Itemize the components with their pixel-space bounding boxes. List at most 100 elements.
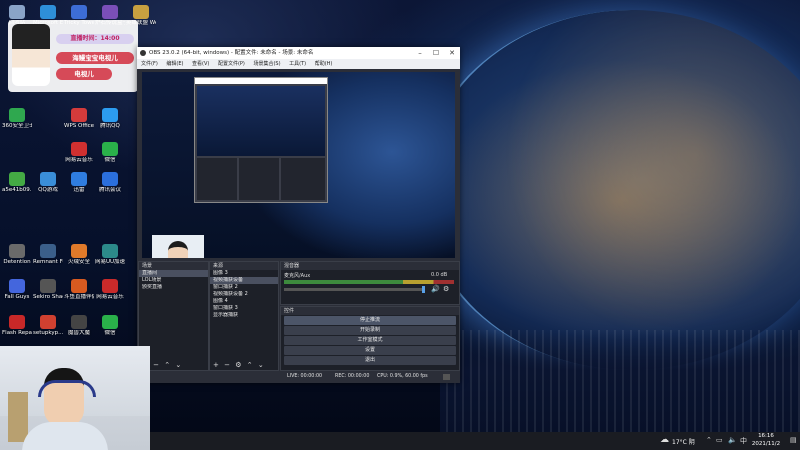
clock-date[interactable]: 2021/11/2 bbox=[746, 441, 786, 447]
desktop-icon[interactable]: setupkyp... bbox=[33, 315, 63, 336]
menu-help[interactable]: 帮助(H) bbox=[315, 59, 333, 69]
source-item[interactable]: 窗口捕获 3 bbox=[210, 305, 278, 312]
obs-preview[interactable] bbox=[142, 72, 455, 258]
desktop-icon[interactable]: 腾讯会议 bbox=[95, 172, 125, 193]
source-item[interactable]: 视频捕获设备 2 bbox=[210, 291, 278, 298]
desktop-icon[interactable]: 网易云音乐 bbox=[64, 142, 94, 163]
add-source-icon[interactable]: + bbox=[213, 361, 219, 369]
app-icon bbox=[40, 172, 56, 186]
maximize-icon[interactable]: ☐ bbox=[428, 47, 444, 59]
menu-scene-collection[interactable]: 场景集合(S) bbox=[253, 59, 280, 69]
app-icon bbox=[102, 244, 118, 258]
desktop-icon[interactable]: 魔兽大魔 bbox=[64, 315, 94, 336]
weather-text[interactable]: 17°C 阴 bbox=[672, 437, 695, 446]
desktop-icon-label: 网易UU加速器 bbox=[95, 259, 125, 265]
move-up-icon[interactable]: ⌃ bbox=[247, 361, 253, 369]
move-up-icon[interactable]: ⌃ bbox=[164, 361, 170, 369]
volume-slider[interactable] bbox=[284, 288, 424, 291]
nested-preview bbox=[197, 86, 325, 156]
desktop-icon[interactable]: WPS Office bbox=[64, 108, 94, 129]
speaker-icon[interactable]: 🔊 bbox=[431, 285, 440, 293]
exit-button[interactable]: 退出 bbox=[284, 356, 456, 365]
desktop-icon[interactable]: Sekiro Shadow... bbox=[33, 279, 63, 300]
move-down-icon[interactable]: ⌄ bbox=[258, 361, 264, 369]
network-icon[interactable]: ▭ bbox=[716, 436, 723, 444]
source-item[interactable]: 图像 3 bbox=[210, 270, 278, 277]
desktop-icon[interactable]: QQ游戏 bbox=[33, 172, 63, 193]
headset-icon bbox=[38, 380, 96, 397]
scene-item[interactable]: 直播间 bbox=[139, 270, 208, 277]
desktop-icon[interactable]: 腾讯QQ bbox=[95, 108, 125, 129]
source-item[interactable]: 图像 4 bbox=[210, 298, 278, 305]
app-icon bbox=[102, 5, 118, 19]
desktop-icon[interactable]: a5e41b09... bbox=[2, 172, 32, 193]
wallpaper-city bbox=[440, 330, 800, 432]
clock-time[interactable]: 16:16 bbox=[748, 433, 784, 439]
gear-icon[interactable]: ⚙ bbox=[443, 285, 449, 293]
desktop-icon[interactable]: Flash Repair bbox=[2, 315, 32, 336]
close-icon[interactable]: ✕ bbox=[444, 47, 460, 59]
sources-dock: 来源 图像 3 视频捕获设备 窗口捕获 2 视频捕获设备 2 图像 4 窗口捕获… bbox=[209, 261, 279, 371]
desktop-icon[interactable]: 网易云音乐 bbox=[95, 279, 125, 300]
move-down-icon[interactable]: ⌄ bbox=[175, 361, 181, 369]
desktop-icon[interactable]: 斗鱼直播伴侣 bbox=[64, 279, 94, 300]
desktop-icon[interactable]: 微信 bbox=[95, 315, 125, 336]
mixer-dock: 混音器 麦克风/Aux 0.0 dB 🔊 ⚙ bbox=[280, 261, 460, 305]
notification-icon[interactable]: ▤ bbox=[790, 436, 797, 444]
gear-icon[interactable]: ⚙ bbox=[235, 361, 241, 369]
start-recording-button[interactable]: 开始录制 bbox=[284, 326, 456, 335]
minimize-icon[interactable]: – bbox=[412, 47, 428, 59]
stop-streaming-button[interactable]: 停止推流 bbox=[284, 316, 456, 325]
desktop-icon-label: 火绒安全 bbox=[67, 259, 90, 265]
settings-button[interactable]: 设置 bbox=[284, 346, 456, 355]
widget-channel-button[interactable]: 海鳗宝宝电视儿 bbox=[56, 52, 134, 64]
desktop-icon-label: Flash Repair bbox=[2, 330, 32, 336]
remove-source-icon[interactable]: − bbox=[224, 361, 230, 369]
tray-chevron-icon[interactable]: ⌃ bbox=[706, 436, 712, 444]
app-icon bbox=[102, 315, 118, 329]
menu-profile[interactable]: 配置文件(P) bbox=[218, 59, 245, 69]
desktop-icon[interactable]: Detention bbox=[2, 244, 32, 265]
menu-view[interactable]: 查看(V) bbox=[192, 59, 209, 69]
stream-time-label: 直播时间：14:00 bbox=[56, 34, 134, 44]
source-item[interactable]: 窗口捕获 2 bbox=[210, 284, 278, 291]
app-icon bbox=[71, 279, 87, 293]
app-icon bbox=[102, 172, 118, 186]
widget-tv-button[interactable]: 电视儿 bbox=[56, 68, 112, 80]
status-indicator bbox=[443, 374, 450, 380]
sources-toolbar: + − ⚙ ⌃ ⌄ bbox=[210, 360, 278, 370]
webcam-shelf bbox=[8, 392, 28, 442]
scene-item[interactable]: LOL场景 bbox=[139, 277, 208, 284]
desktop-icon[interactable]: Fall Guys bbox=[2, 279, 32, 300]
volume-slider-handle[interactable] bbox=[422, 286, 425, 293]
weather-icon: ☁ bbox=[660, 435, 669, 445]
desktop-icon-label: Fall Guys bbox=[4, 294, 30, 300]
controls-dock: 控件 停止推流 开始录制 工作室模式 设置 退出 bbox=[280, 306, 460, 371]
source-item[interactable]: 视频捕获设备 bbox=[210, 277, 278, 284]
app-icon bbox=[133, 5, 149, 19]
webcam-person-body bbox=[22, 422, 108, 450]
wallpaper-planet bbox=[420, 10, 800, 370]
preview-webcam-source bbox=[152, 235, 204, 258]
nested-dock bbox=[197, 158, 237, 200]
studio-mode-button[interactable]: 工作室模式 bbox=[284, 336, 456, 345]
source-item[interactable]: 显示器捕获 bbox=[210, 312, 278, 319]
menu-edit[interactable]: 编辑(E) bbox=[166, 59, 183, 69]
remove-scene-icon[interactable]: − bbox=[153, 361, 159, 369]
menu-file[interactable]: 文件(F) bbox=[141, 59, 158, 69]
menu-tools[interactable]: 工具(T) bbox=[289, 59, 306, 69]
desktop-icon-label: 魔兽大魔 bbox=[67, 330, 90, 336]
scene-item[interactable]: 颁奖直播 bbox=[139, 284, 208, 291]
desktop-icon[interactable]: 火绒安全 bbox=[64, 244, 94, 265]
app-icon bbox=[9, 5, 25, 19]
desktop-icon-label: a5e41b09... bbox=[2, 187, 32, 193]
obs-menubar: 文件(F) 编辑(E) 查看(V) 配置文件(P) 场景集合(S) 工具(T) … bbox=[137, 59, 460, 69]
volume-icon[interactable]: 🔈 bbox=[728, 436, 737, 444]
desktop-icon[interactable]: 网易UU加速器 bbox=[95, 244, 125, 265]
desktop-icon[interactable]: Remnant Fortune ... bbox=[33, 244, 63, 265]
desktop-icon[interactable]: 微信 bbox=[95, 142, 125, 163]
desktop-icon[interactable]: 迅雷 bbox=[64, 172, 94, 193]
desktop-icon[interactable]: 360安全卫士 bbox=[2, 108, 32, 129]
obs-titlebar[interactable]: OBS 23.0.2 (64-bit, windows) - 配置文件: 未命名… bbox=[137, 47, 460, 59]
app-icon bbox=[9, 108, 25, 122]
